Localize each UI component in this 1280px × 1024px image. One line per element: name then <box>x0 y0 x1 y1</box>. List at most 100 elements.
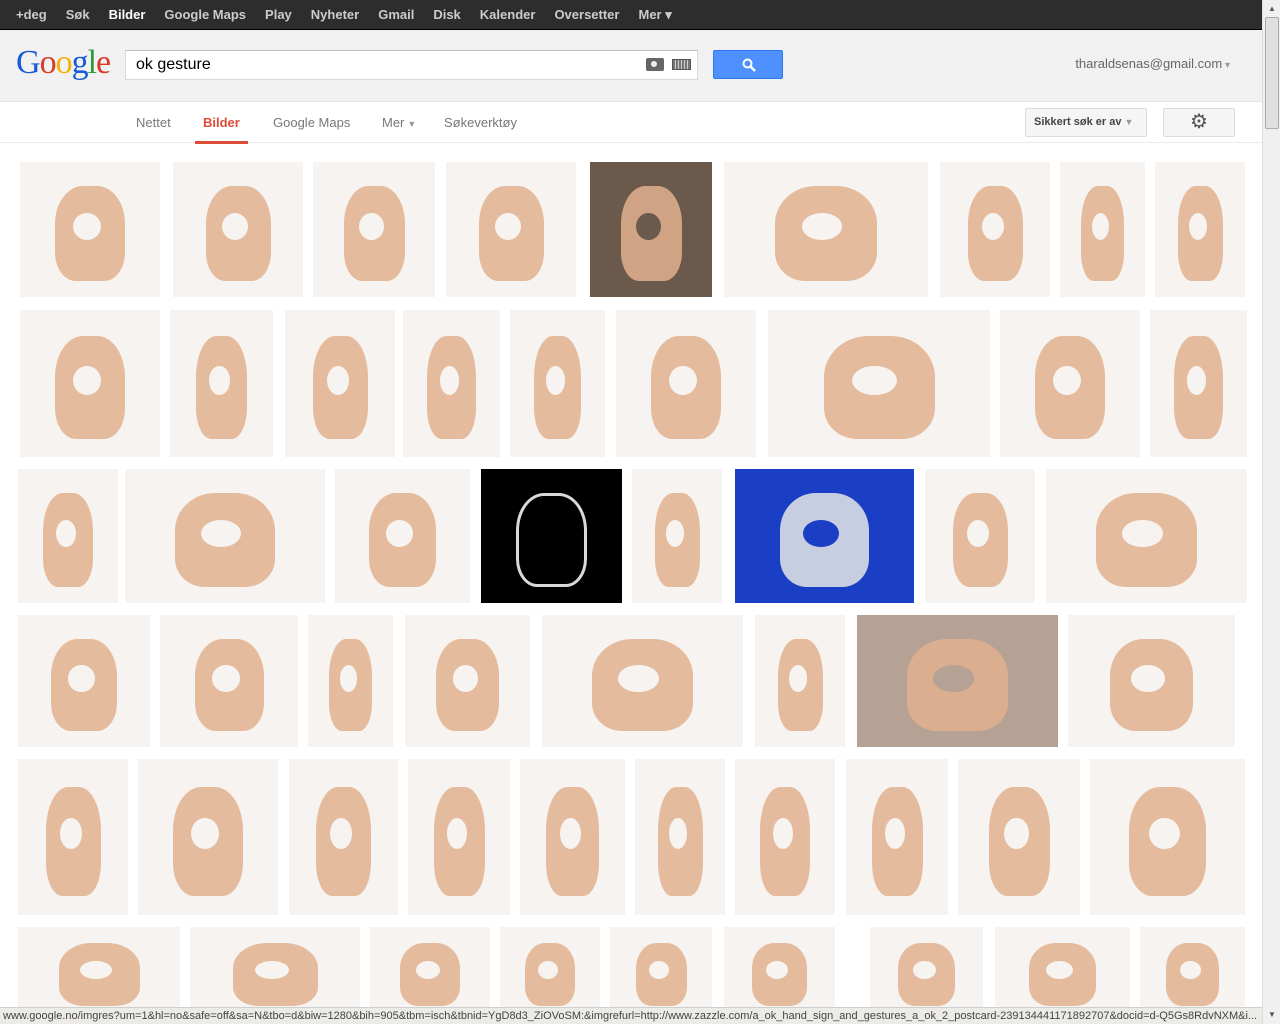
image-result[interactable] <box>735 469 914 603</box>
image-result[interactable] <box>190 927 360 1008</box>
topbar-item[interactable]: Kalender <box>480 7 536 22</box>
image-result[interactable] <box>18 759 128 915</box>
search-header: Google tharaldsenas@gmail.com <box>0 30 1262 102</box>
ok-ring-shape <box>636 213 661 241</box>
image-result[interactable] <box>403 310 500 457</box>
topbar-item[interactable]: +deg <box>16 7 47 22</box>
topbar-item[interactable]: Google Maps <box>164 7 246 22</box>
image-result[interactable] <box>405 615 530 747</box>
ok-ring-shape <box>56 519 76 547</box>
image-result[interactable] <box>1000 310 1140 457</box>
ok-ring-shape <box>386 519 414 547</box>
topbar-item[interactable]: Disk <box>433 7 460 22</box>
image-result[interactable] <box>616 310 756 457</box>
ok-ring-shape <box>359 213 384 241</box>
search-tabs: Nettet Bilder Google Maps Mer ▼ Søkeverkt… <box>0 102 1262 144</box>
tab-bilder[interactable]: Bilder <box>195 115 248 144</box>
topbar-item[interactable]: Oversetter <box>554 7 619 22</box>
ok-ring-shape <box>415 961 440 980</box>
search-button[interactable] <box>713 50 783 79</box>
topbar-item[interactable]: Gmail <box>378 7 414 22</box>
tab-sokeverktoy[interactable]: Søkeverktøy <box>444 115 517 130</box>
image-result[interactable] <box>635 759 725 915</box>
image-result[interactable] <box>1140 927 1245 1008</box>
scroll-up-icon[interactable]: ▲ <box>1265 2 1279 16</box>
image-result[interactable] <box>1068 615 1235 747</box>
image-result[interactable] <box>125 469 325 603</box>
image-result[interactable] <box>308 615 393 747</box>
ok-ring-shape <box>966 519 989 547</box>
scrollbar[interactable]: ▲ ▼ <box>1262 0 1280 1024</box>
image-result[interactable] <box>724 162 928 297</box>
image-result[interactable] <box>18 469 118 603</box>
image-result[interactable] <box>481 469 622 603</box>
topbar-item[interactable]: Nyheter <box>311 7 359 22</box>
image-result[interactable] <box>510 310 605 457</box>
google-logo[interactable]: Google <box>16 44 111 82</box>
image-result[interactable] <box>1150 310 1247 457</box>
image-result[interactable] <box>20 310 160 457</box>
image-result[interactable] <box>768 310 990 457</box>
image-results-grid <box>0 143 1262 1008</box>
scrollbar-thumb[interactable] <box>1265 17 1279 129</box>
ok-ring-shape <box>1004 818 1029 850</box>
image-result[interactable] <box>520 759 625 915</box>
image-result[interactable] <box>1155 162 1245 297</box>
image-result[interactable] <box>632 469 722 603</box>
image-result[interactable] <box>138 759 278 915</box>
image-result[interactable] <box>408 759 510 915</box>
ok-ring-shape <box>666 519 685 547</box>
image-result[interactable] <box>1060 162 1145 297</box>
image-result[interactable] <box>313 162 435 297</box>
image-result[interactable] <box>1046 469 1247 603</box>
scroll-down-icon[interactable]: ▼ <box>1265 1008 1279 1022</box>
topbar-item[interactable]: Mer ▾ <box>638 7 671 23</box>
image-result[interactable] <box>940 162 1050 297</box>
image-result[interactable] <box>20 162 160 297</box>
topbar-item[interactable]: Play <box>265 7 292 22</box>
tab-google-maps[interactable]: Google Maps <box>273 115 350 130</box>
image-result[interactable] <box>170 310 273 457</box>
tab-mer[interactable]: Mer ▼ <box>382 115 416 130</box>
image-result[interactable] <box>160 615 298 747</box>
account-menu[interactable]: tharaldsenas@gmail.com <box>1075 56 1230 71</box>
image-result[interactable] <box>446 162 576 297</box>
image-result[interactable] <box>500 927 600 1008</box>
image-result[interactable] <box>857 615 1058 747</box>
search-input[interactable] <box>136 56 636 74</box>
tab-mer-label: Mer <box>382 115 405 130</box>
image-result[interactable] <box>590 162 712 297</box>
image-result[interactable] <box>724 927 835 1008</box>
image-result[interactable] <box>289 759 398 915</box>
ok-ring-shape <box>803 519 839 547</box>
image-result[interactable] <box>285 310 395 457</box>
safe-search-button[interactable]: Sikkert søk er av ▼ <box>1025 108 1147 137</box>
image-result[interactable] <box>173 162 303 297</box>
image-result[interactable] <box>870 927 983 1008</box>
ok-ring-shape <box>981 213 1004 241</box>
image-result[interactable] <box>370 927 490 1008</box>
image-result[interactable] <box>542 615 743 747</box>
topbar-item[interactable]: Bilder <box>109 7 146 22</box>
keyboard-icon[interactable] <box>672 59 691 70</box>
image-result[interactable] <box>1090 759 1245 915</box>
image-result[interactable] <box>925 469 1035 603</box>
image-result[interactable] <box>755 615 845 747</box>
image-result[interactable] <box>846 759 948 915</box>
camera-icon[interactable] <box>646 58 664 71</box>
image-result[interactable] <box>18 927 180 1008</box>
image-result[interactable] <box>335 469 470 603</box>
image-result[interactable] <box>958 759 1080 915</box>
image-result[interactable] <box>735 759 835 915</box>
ok-ring-shape <box>340 665 358 692</box>
ok-ring-shape <box>789 665 808 692</box>
image-result[interactable] <box>18 615 150 747</box>
tab-nettet[interactable]: Nettet <box>136 115 171 130</box>
image-result[interactable] <box>610 927 712 1008</box>
image-result[interactable] <box>995 927 1130 1008</box>
ok-ring-shape <box>933 665 974 692</box>
topbar-item[interactable]: Søk <box>66 7 90 22</box>
ok-ring-shape <box>212 665 241 692</box>
settings-button[interactable]: ⚙ <box>1163 108 1235 137</box>
ok-ring-shape <box>618 665 659 692</box>
